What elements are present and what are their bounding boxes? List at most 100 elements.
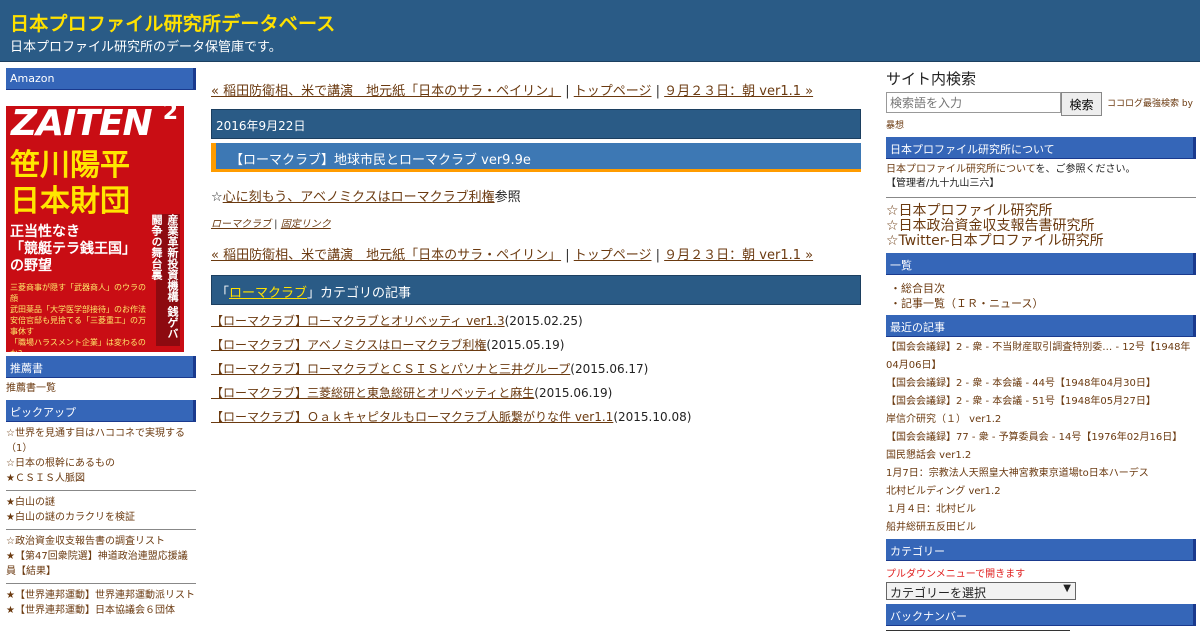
calendar-widget — [886, 630, 1070, 638]
backnumber-heading: バックナンバー — [886, 604, 1196, 626]
about-heading: 日本プロファイル研究所について — [886, 137, 1196, 159]
book-issue: 2 — [162, 100, 178, 125]
book-brand: ZAITEN — [11, 103, 153, 144]
category-article-item: 【ローマクラブ】三菱総研と東急総研とオリベッティと麻生(2015.06.19) — [211, 381, 861, 405]
category-article-link[interactable]: 【ローマクラブ】Ｏａｋキャピタルもローマクラブ人脈繋がりな件 ver1.1 — [211, 410, 613, 424]
category-article-link[interactable]: 【ローマクラブ】ローマクラブとオリベッティ ver1.3 — [211, 314, 505, 328]
book-cover-image[interactable]: ZAITEN 2 笹川陽平 日本財団 正当性なき 「競艇テラ銭王国」 の野望 産業革新… — [6, 94, 184, 352]
category-article-item: 【ローマクラブ】ローマクラブとオリベッティ ver1.3(2015.02.25) — [211, 309, 861, 333]
entry-nav-top: « 稲田防衛相、米で講演 地元紙「日本のサラ・ペイリン」 | トップページ | … — [211, 80, 861, 99]
pickup-heading: ピックアップ — [6, 400, 196, 422]
permalink-link[interactable]: 固定リンク — [281, 219, 331, 230]
recent-article-link[interactable]: 船井総研五反田ビル — [886, 519, 1196, 537]
dropdown-arrow-icon: ▼ — [1063, 583, 1071, 594]
top-page-link[interactable]: トップページ — [574, 248, 652, 263]
index-list-item[interactable]: ・記事一覧（ＩＲ・ニュース） — [890, 296, 1196, 311]
pickup-item[interactable]: ☆政治資金収支報告書の調査リスト — [6, 534, 196, 549]
entry-body-suffix: 参照 — [494, 190, 521, 205]
entry-body: ☆心に刻もう、アベノミクスはローマクラブ利権参照 — [211, 186, 861, 205]
category-article-link[interactable]: 【ローマクラブ】三菱総研と東急総研とオリベッティと麻生 — [211, 386, 534, 400]
entry-nav-bottom: « 稲田防衛相、米で講演 地元紙「日本のサラ・ペイリン」 | トップページ | … — [211, 244, 861, 263]
recommend-link-label: 推薦書一覧 — [6, 383, 56, 394]
entry-title: 【ローマクラブ】地球市民とローマクラブ ver9.9e — [211, 143, 861, 172]
site-title[interactable]: 日本プロファイル研究所データベース — [10, 9, 335, 36]
recent-article-link[interactable]: 国民懇話会 ver1.2 — [886, 447, 1196, 465]
index-list-item[interactable]: ・総合目次 — [890, 281, 1196, 296]
right-sidebar: サイト内検索 検索 ココログ最強検索 by 暴想 日本プロファイル研究所について… — [886, 68, 1196, 638]
category-article-date: (2015.10.08) — [613, 410, 692, 424]
pickup-divider — [6, 583, 196, 584]
search-row: 検索 ココログ最強検索 by — [886, 92, 1196, 116]
site-description: 日本プロファイル研究所のデータ保管庫です。 — [10, 40, 282, 55]
recommend-list-link[interactable]: 推薦書一覧 — [6, 378, 196, 400]
category-article-item: 【ローマクラブ】ローマクラブとＣＳＩＳとパソナと三井グループ(2015.06.1… — [211, 357, 861, 381]
pickup-item[interactable]: ★【世界連邦運動】世界連邦運動派リスト — [6, 588, 196, 603]
meta-separator: | — [271, 219, 281, 230]
category-article-date: (2015.06.17) — [570, 362, 649, 376]
big-links: ☆日本プロファイル研究所 ☆日本政治資金収支報告書研究所 ☆Twitter-日本プロ… — [886, 204, 1196, 249]
category-select[interactable]: カテゴリーを選択 ▼ — [886, 582, 1076, 600]
recent-heading: 最近の記事 — [886, 315, 1196, 337]
top-page-link[interactable]: トップページ — [574, 84, 652, 99]
recent-article-link[interactable]: １月４日：北村ビル — [886, 501, 1196, 519]
external-site-link[interactable]: ☆日本政治資金収支報告書研究所 — [886, 219, 1196, 234]
next-entry-link[interactable]: ９月２３日：朝 ver1.1 » — [664, 84, 813, 99]
recommend-heading: 推薦書 — [6, 356, 196, 378]
about-text-suffix: を、ご参照ください。 — [1035, 164, 1136, 175]
amazon-heading: Amazon — [6, 68, 196, 90]
recent-article-link[interactable]: 【国会会議録】2 - 衆 - 本会議 - 44号【1948年04月30日】 — [886, 375, 1196, 393]
book-lines: 三菱商事が隠す「武器商人」のウラの顔 武田薬品「大学医学部接待」のお作法 安倍官邸も… — [10, 283, 146, 352]
entry-meta: ローマクラブ | 固定リンク — [211, 215, 861, 230]
category-link[interactable]: ローマクラブ — [229, 286, 307, 301]
pickup-item[interactable]: ★白山の謎 — [6, 495, 196, 510]
site-header: 日本プロファイル研究所データベース 日本プロファイル研究所のデータ保管庫です。 — [0, 0, 1200, 62]
external-site-link[interactable]: ☆日本プロファイル研究所 — [886, 204, 1196, 219]
about-link[interactable]: 日本プロファイル研究所について — [886, 164, 1036, 175]
pickup-item[interactable]: ★【世界連邦運動】日本協議会６団体 — [6, 603, 196, 618]
entry-body-link[interactable]: 心に刻もう、アベノミクスはローマクラブ利権 — [223, 190, 495, 205]
cat-bar-open: 「 — [216, 286, 230, 301]
category-article-link[interactable]: 【ローマクラブ】ローマクラブとＣＳＩＳとパソナと三井グループ — [211, 362, 570, 376]
divider — [886, 197, 1196, 198]
cat-bar-close: 」カテゴリの記事 — [307, 286, 412, 301]
pickup-divider — [6, 529, 196, 530]
recent-article-link[interactable]: 【国会会議録】77 - 衆 - 予算委員会 - 14号【1976年02月16日】 — [886, 429, 1196, 447]
recent-article-link[interactable]: 【国会会議録】2 - 衆 - 本会議 - 51号【1948年05月27日】 — [886, 393, 1196, 411]
category-articles-header: 「ローマクラブ」カテゴリの記事 — [211, 275, 861, 305]
category-select-label: カテゴリーを選択 — [890, 586, 987, 600]
category-article-date: (2015.06.19) — [534, 386, 613, 400]
pickup-item[interactable]: ★【第47回衆院選】神道政治連盟応援議員【結果】 — [6, 549, 196, 579]
recent-article-link[interactable]: 【国会会議録】2 - 衆 - 不当財産取引調査特別委… - 12号【1948年0… — [886, 339, 1196, 375]
entry-category-link[interactable]: ローマクラブ — [211, 219, 271, 230]
pickup-item[interactable]: ☆日本の根幹にあるもの — [6, 456, 196, 471]
category-article-item: 【ローマクラブ】Ｏａｋキャピタルもローマクラブ人脈繋がりな件 ver1.1(20… — [211, 405, 861, 429]
recent-article-link[interactable]: 北村ビルディング ver1.2 — [886, 483, 1196, 501]
prev-entry-link[interactable]: « 稲田防衛相、米で講演 地元紙「日本のサラ・ペイリン」 — [211, 84, 561, 99]
left-sidebar: Amazon ZAITEN 2 笹川陽平 日本財団 正当性なき 「競艇テラ銭王国」の… — [6, 68, 196, 624]
search-title: サイト内検索 — [886, 70, 977, 88]
pickup-list: ☆世界を見通す目はハココネで実現する（1） ☆日本の根幹にあるもの ★ＣＳＩＳ人脈図… — [6, 422, 196, 624]
category-article-item: 【ローマクラブ】アベノミクスはローマクラブ利権(2015.05.19) — [211, 333, 861, 357]
category-article-date: (2015.05.19) — [486, 338, 565, 352]
search-note[interactable]: ココログ最強検索 by — [1107, 96, 1197, 109]
category-article-link[interactable]: 【ローマクラブ】アベノミクスはローマクラブ利権 — [211, 338, 486, 352]
category-article-list: 【ローマクラブ】ローマクラブとオリベッティ ver1.3(2015.02.25)… — [211, 309, 861, 429]
nav-separator: | — [651, 84, 665, 99]
next-entry-link[interactable]: ９月２３日：朝 ver1.1 » — [664, 248, 813, 263]
date-header: 2016年9月22日 — [211, 109, 861, 139]
search-button[interactable]: 検索 — [1061, 92, 1102, 116]
search-input[interactable] — [886, 92, 1061, 113]
about-text: 日本プロファイル研究所についてを、ご参照ください。 【管理者/九十九山三六】 — [886, 163, 1196, 191]
recent-article-link[interactable]: 岸信介研究（１） ver1.2 — [886, 411, 1196, 429]
search-note-2[interactable]: 暴想 — [886, 118, 1196, 131]
recent-article-link[interactable]: 1月7日：宗教法人天照皇大神宮教東京道場to日本ハーデス — [886, 465, 1196, 483]
book-subtitle: 正当性なき 「競艇テラ銭王国」 の野望 — [10, 224, 136, 274]
pickup-item[interactable]: ★白山の謎のカラクリを検証 — [6, 510, 196, 525]
external-site-link[interactable]: ☆Twitter-日本プロファイル研究所 — [886, 234, 1196, 249]
nav-separator: | — [561, 248, 574, 263]
pickup-item[interactable]: ★ＣＳＩＳ人脈図 — [6, 471, 196, 486]
entry-body-prefix: ☆ — [211, 190, 223, 205]
index-list: ・総合目次 ・記事一覧（ＩＲ・ニュース） — [886, 275, 1196, 315]
prev-entry-link[interactable]: « 稲田防衛相、米で講演 地元紙「日本のサラ・ペイリン」 — [211, 248, 561, 263]
pickup-item[interactable]: ☆世界を見通す目はハココネで実現する（1） — [6, 426, 196, 456]
